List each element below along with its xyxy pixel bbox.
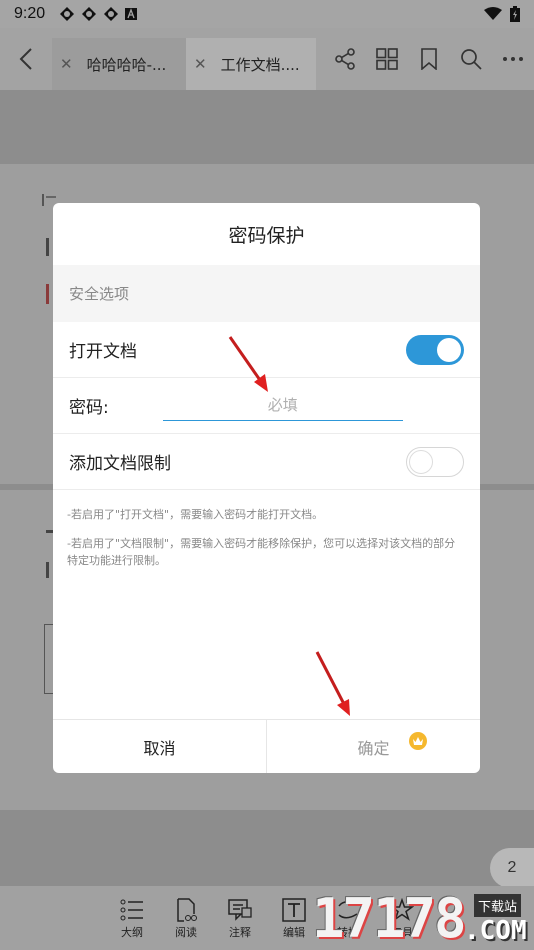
app-notification-icon [60, 7, 75, 21]
password-input[interactable] [162, 390, 403, 421]
open-document-row: 打开文档 [53, 322, 480, 378]
text-edit-icon [282, 898, 306, 922]
tab-label: 哈哈哈哈-... [86, 55, 167, 74]
confirm-label: 确定 [357, 738, 390, 758]
share-icon [335, 48, 355, 70]
status-bar: 9:20 [0, 0, 534, 28]
watermark-top-label: 下载站 [474, 894, 522, 917]
thumbnails-button[interactable] [366, 28, 408, 90]
status-time: 9:20 [14, 5, 46, 22]
close-tab-icon[interactable]: ✕ [194, 55, 207, 73]
annotate-button[interactable]: 注释 [213, 886, 267, 950]
dialog-title: 密码保护 [228, 224, 305, 247]
open-document-toggle[interactable] [406, 334, 464, 365]
toggle-knob [409, 449, 433, 474]
status-notification-icons [59, 6, 138, 22]
premium-crown-icon [409, 732, 427, 750]
toggle-knob [437, 337, 461, 362]
more-button[interactable] [492, 28, 534, 90]
open-document-note: -若启用了"打开文档"，需要输入密码才能打开文档。 [67, 508, 324, 521]
watermark-number: 17178 [312, 887, 467, 950]
close-tab-icon[interactable]: ✕ [60, 55, 73, 73]
back-button[interactable] [0, 28, 52, 90]
bottom-item-label: 大纲 [121, 926, 143, 939]
read-mode-icon [177, 898, 197, 922]
add-restriction-label: 添加文档限制 [69, 454, 171, 474]
battery-icon [510, 6, 520, 22]
a-notification-icon [125, 8, 138, 20]
password-label: 密码: [69, 398, 109, 418]
wifi-icon [484, 7, 502, 20]
password-protection-dialog: 密码保护 安全选项 打开文档 密码: 添加文档限制 -若启用了"打开文档"，需要… [53, 203, 480, 773]
bottom-item-label: 阅读 [175, 926, 197, 939]
outline-list-icon [120, 899, 143, 921]
confirm-button[interactable]: 确定 [267, 720, 480, 773]
search-icon [461, 49, 482, 70]
watermark-com: .COM [464, 916, 527, 946]
bookmark-icon [421, 48, 437, 70]
password-row: 密码: [53, 378, 480, 434]
page-indicator[interactable]: 2 [490, 848, 534, 888]
dialog-footer: 取消 确定 [53, 719, 480, 773]
more-dots-icon [503, 57, 523, 61]
comment-icon [228, 899, 252, 921]
outline-button[interactable]: 大纲 [105, 886, 159, 950]
grid-icon [376, 48, 398, 70]
app-notification-icon [104, 7, 119, 21]
document-gap [0, 90, 534, 164]
add-restriction-row: 添加文档限制 [53, 434, 480, 490]
tab-label: 工作文档.... [220, 55, 300, 74]
read-button[interactable]: 阅读 [159, 886, 213, 950]
bottom-item-label: 注释 [229, 926, 251, 939]
add-restriction-toggle[interactable] [406, 446, 464, 477]
top-toolbar: ✕ 哈哈哈哈-... ✕ 工作文档.... [0, 28, 534, 90]
bookmark-button[interactable] [408, 28, 450, 90]
security-options-header: 安全选项 [53, 265, 480, 322]
tab-document-1[interactable]: ✕ 哈哈哈哈-... [52, 38, 186, 90]
open-document-label: 打开文档 [69, 342, 137, 362]
chevron-left-icon [19, 48, 32, 70]
site-watermark: 17178 下载站 .COM [312, 888, 534, 950]
restriction-note: -若启用了"文档限制"，需要输入密码才能移除保护，您可以选择对该文档的部分特定功… [67, 537, 456, 567]
bottom-item-label: 编辑 [283, 926, 305, 939]
share-button[interactable] [324, 28, 366, 90]
tab-document-2[interactable]: ✕ 工作文档.... [186, 38, 316, 90]
cancel-button[interactable]: 取消 [53, 720, 267, 773]
search-button[interactable] [450, 28, 492, 90]
app-notification-icon [82, 7, 97, 21]
